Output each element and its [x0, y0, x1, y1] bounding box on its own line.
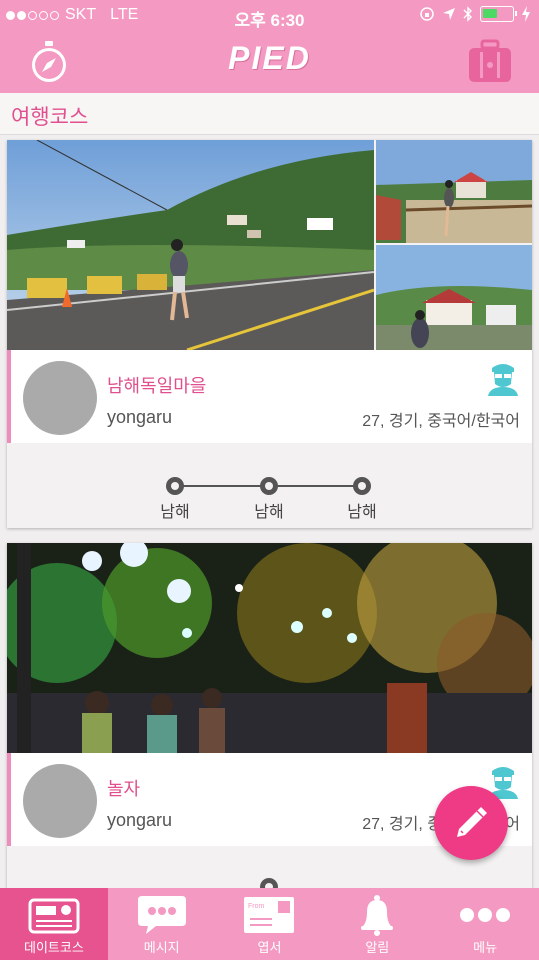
user-meta: 27, 경기, 중국어/한국어: [362, 413, 520, 430]
charging-icon: [522, 6, 530, 22]
route-stop-label: 남해: [347, 504, 377, 521]
bell-icon: [361, 895, 394, 936]
tab-label: 데이트코스: [23, 940, 84, 955]
chat-icon: [137, 896, 186, 934]
course-info: 남해독일마을 yongaru 27, 경기, 중국어/한국어: [7, 350, 532, 443]
tab-label: 메뉴: [473, 940, 498, 955]
guide-icon: [488, 364, 518, 396]
avatar[interactable]: [23, 764, 97, 838]
location-icon: [443, 8, 455, 20]
tab-date-course[interactable]: 데이트코스: [0, 888, 108, 960]
tab-bar: 데이트코스 메시지 From 엽서 알림 메뉴: [0, 888, 539, 960]
tab-label: 메시지: [143, 940, 180, 955]
route-stop[interactable]: [353, 477, 371, 495]
thumbnail-photo: [376, 245, 532, 350]
route-timeline: 남해 남해 남해: [7, 475, 532, 528]
username: yongaru: [107, 407, 173, 427]
username: yongaru: [107, 810, 173, 830]
svg-text:From: From: [248, 903, 265, 910]
section-title: 여행코스: [11, 106, 89, 129]
avatar[interactable]: [23, 361, 97, 435]
tab-postcard[interactable]: From 엽서: [216, 888, 324, 960]
thumbnail-photo: [376, 140, 532, 243]
rotation-lock-icon: [420, 7, 434, 21]
tab-menu[interactable]: 메뉴: [431, 888, 539, 960]
route-stop-label: 남해: [160, 504, 190, 521]
app-logo: PIED: [228, 40, 311, 76]
course-card[interactable]: 남해독일마을 yongaru 27, 경기, 중국어/한국어 남해 남해 남해: [7, 140, 532, 528]
postcard-icon: From: [244, 897, 295, 933]
tab-label: 엽서: [257, 940, 282, 955]
tab-label: 알림: [365, 940, 390, 955]
main-photo: [7, 140, 374, 350]
radio-icon: [28, 898, 80, 934]
course-title[interactable]: 놀자: [107, 775, 140, 801]
battery-icon: [480, 6, 517, 22]
header: SKT LTE 오후 6:30 PIED: [0, 0, 539, 93]
more-icon: [460, 908, 511, 922]
bluetooth-icon: [463, 6, 472, 22]
main-photo: [7, 543, 532, 753]
route-stop-label: 남해: [254, 504, 284, 521]
tab-alerts[interactable]: 알림: [323, 888, 431, 960]
status-bar: SKT LTE 오후 6:30: [0, 0, 539, 32]
write-button[interactable]: [434, 786, 508, 860]
route-stop[interactable]: [166, 477, 184, 495]
section-header: 여행코스: [0, 93, 539, 135]
route-stop[interactable]: [260, 477, 278, 495]
pen-icon: [457, 807, 487, 837]
luggage-icon[interactable]: [466, 38, 514, 86]
course-title[interactable]: 남해독일마을: [107, 372, 206, 398]
app-bar: PIED: [0, 32, 539, 93]
tab-message[interactable]: 메시지: [108, 888, 216, 960]
